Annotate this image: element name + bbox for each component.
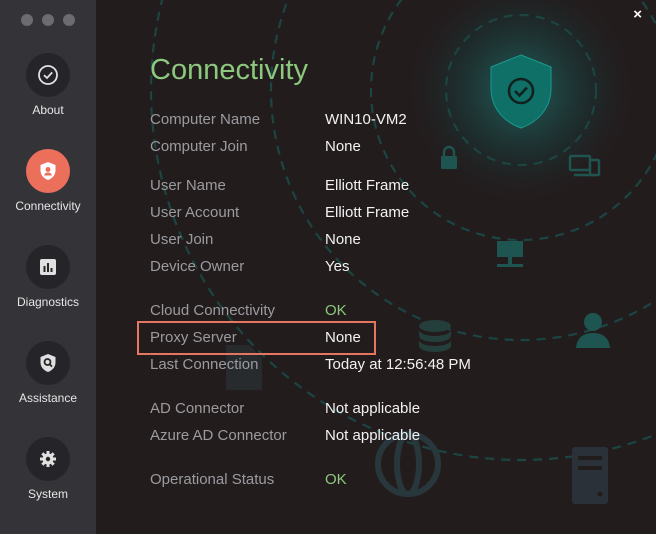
shield-user-icon — [26, 149, 70, 193]
page-title: Connectivity — [150, 54, 308, 86]
row-value: Elliott Frame — [325, 204, 410, 221]
row-value: Yes — [325, 258, 350, 275]
window-dot[interactable] — [63, 14, 75, 26]
sidebar-item-assistance[interactable]: Assistance — [0, 341, 96, 405]
database-icon — [419, 320, 451, 352]
row-label: User Join — [150, 231, 214, 248]
sidebar-item-label: About — [32, 103, 64, 117]
status-ok-value: OK — [325, 471, 347, 488]
row-value: None — [325, 231, 361, 248]
check-circle-icon — [26, 53, 70, 97]
window-dot[interactable] — [42, 14, 54, 26]
user-icon — [576, 313, 610, 348]
row-label: Computer Name — [150, 111, 261, 128]
row-value: Not applicable — [325, 427, 421, 444]
network-icon — [497, 241, 523, 267]
row-label: Last Connection — [150, 356, 259, 373]
window-controls — [21, 14, 75, 26]
row-value: Today at 12:56:48 PM — [325, 356, 471, 373]
close-button[interactable]: × — [633, 6, 642, 23]
app-window: About Connectivity Diagnostics Assistanc… — [0, 0, 656, 534]
row-label: AD Connector — [150, 400, 245, 417]
highlight-box — [137, 321, 376, 355]
row-value: Not applicable — [325, 400, 421, 417]
bar-chart-icon — [26, 245, 70, 289]
sidebar-item-about[interactable]: About — [0, 53, 96, 117]
row-label: Device Owner — [150, 258, 245, 275]
sidebar-item-diagnostics[interactable]: Diagnostics — [0, 245, 96, 309]
row-label: Cloud Connectivity — [150, 302, 276, 319]
status-ok-value: OK — [325, 302, 347, 319]
server-icon — [572, 447, 608, 504]
window-dot[interactable] — [21, 14, 33, 26]
sidebar-item-label: Diagnostics — [16, 295, 80, 309]
row-label: Operational Status — [150, 471, 275, 488]
sidebar: About Connectivity Diagnostics Assistanc… — [0, 0, 96, 534]
sidebar-item-label: Assistance — [18, 391, 78, 405]
row-label: Azure AD Connector — [150, 427, 287, 444]
row-label: User Name — [150, 177, 226, 194]
sidebar-item-label: System — [27, 487, 68, 501]
row-value: WIN10-VM2 — [325, 111, 407, 128]
gear-icon — [26, 437, 70, 481]
row-value: None — [325, 138, 361, 155]
sidebar-item-connectivity[interactable]: Connectivity — [0, 149, 96, 213]
main-panel: × Connectivity Computer Name WIN10-VM2 C… — [96, 0, 656, 534]
sidebar-item-system[interactable]: System — [0, 437, 96, 501]
search-shield-icon — [26, 341, 70, 385]
sidebar-item-label: Connectivity — [15, 199, 81, 213]
row-label: User Account — [150, 204, 240, 221]
row-value: Elliott Frame — [325, 177, 410, 194]
row-label: Computer Join — [150, 138, 248, 155]
